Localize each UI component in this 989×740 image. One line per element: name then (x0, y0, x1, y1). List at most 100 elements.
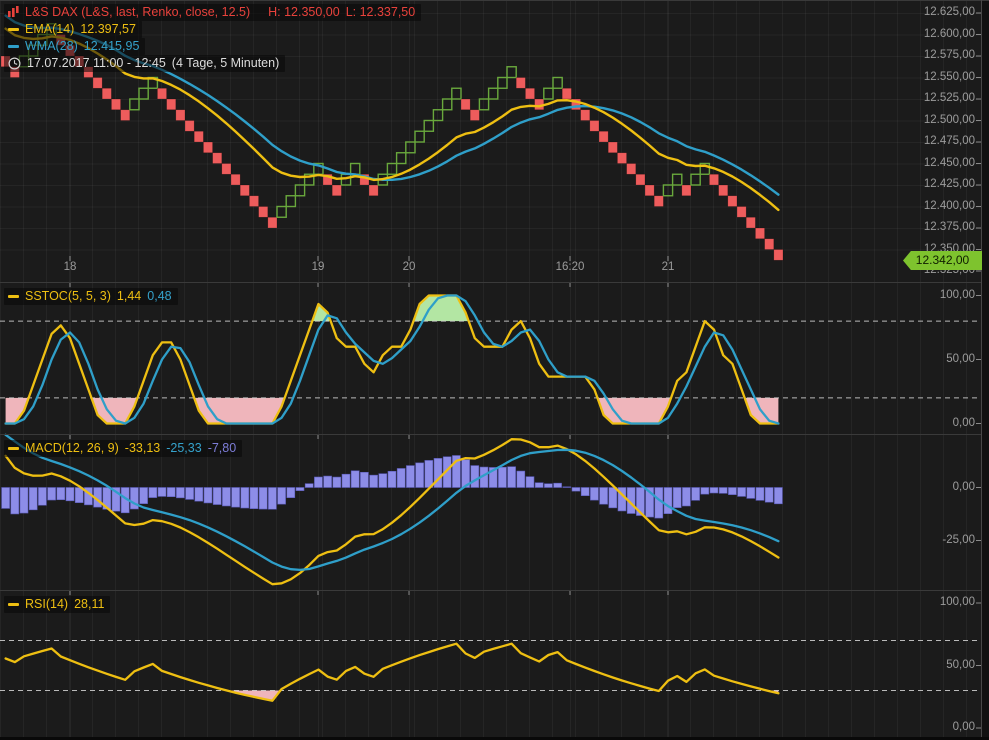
wma-legend[interactable]: WMA(28) 12.415,95 (4, 38, 145, 55)
wma-color-swatch (8, 45, 19, 48)
macd-histogram-bar (664, 488, 672, 514)
macd-histogram-bar (2, 488, 10, 509)
time-range: 17.07.2017 11:00 - 12:45 (27, 56, 166, 70)
macd-histogram-bar (517, 471, 525, 487)
macd-histogram-bar (232, 488, 240, 508)
macd-label: MACD(12, 26, 9) (25, 441, 119, 455)
macd-color-swatch (8, 447, 19, 450)
renko-brick-down (176, 110, 185, 121)
macd-histogram-bar (158, 488, 166, 497)
renko-brick-up (130, 99, 139, 110)
rsi-legend[interactable]: RSI(14) 28,11 (4, 596, 110, 613)
renko-brick-up (544, 88, 553, 99)
macd-signal-value: -25,33 (166, 441, 201, 455)
sstoc-color-swatch (8, 295, 19, 298)
panel-separator-3 (0, 590, 982, 591)
macd-histogram-bar (186, 488, 194, 500)
renko-brick-down (562, 88, 571, 99)
renko-brick-down (213, 153, 222, 164)
renko-brick-up (277, 207, 286, 218)
macd-histogram-bar (673, 488, 681, 508)
instrument-icon (8, 6, 19, 18)
macd-histogram-bar (75, 488, 83, 503)
renko-brick-down (590, 121, 599, 132)
renko-brick-down (470, 110, 479, 121)
indicator-line (6, 644, 779, 701)
macd-histogram-bar (195, 488, 203, 502)
wma-value: 12.415,95 (84, 39, 140, 53)
renko-brick-down (240, 185, 249, 196)
renko-brick-down (157, 88, 166, 99)
renko-brick-up (397, 153, 406, 164)
renko-brick-down (268, 217, 277, 228)
macd-histogram-bar (747, 488, 755, 499)
renko-brick-up (433, 110, 442, 121)
renko-brick-down (102, 88, 111, 99)
macd-histogram-bar (324, 476, 332, 487)
sstoc-legend[interactable]: SSTOC(5, 5, 3) 1,44 0,48 (4, 288, 178, 305)
macd-histogram-bar (692, 488, 700, 501)
sstoc-d-value: 0,48 (147, 289, 171, 303)
macd-histogram-bar (314, 477, 322, 487)
macd-histogram-bar (388, 471, 396, 487)
macd-histogram-bar (544, 484, 552, 488)
renko-brick-up (452, 88, 461, 99)
renko-brick-down (709, 174, 718, 185)
current-price-tag: 12.342,00 (903, 251, 982, 270)
oversold-fill (194, 398, 285, 424)
renko-brick-up (341, 174, 350, 185)
macd-histogram-bar (149, 488, 157, 498)
renko-brick-down (774, 250, 783, 261)
macd-histogram-bar (278, 488, 286, 505)
macd-value: -33,13 (125, 441, 160, 455)
macd-histogram-bar (370, 475, 378, 487)
macd-histogram-bar (590, 488, 598, 501)
ema-value: 12.397,57 (80, 22, 136, 36)
macd-histogram-bar (305, 484, 313, 488)
renko-brick-up (479, 99, 488, 110)
macd-histogram-bar (572, 488, 580, 492)
macd-histogram-bar (710, 488, 718, 494)
chart-window: 12.625,0012.600,0012.575,0012.550,0012.5… (0, 0, 989, 740)
renko-brick-down (608, 142, 617, 153)
macd-histogram-bar (296, 488, 304, 491)
macd-histogram-bar (351, 471, 359, 488)
ema-color-swatch (8, 28, 19, 31)
period-info: (4 Tage, 5 Minuten) (172, 56, 279, 70)
macd-histogram-bar (241, 488, 249, 509)
macd-histogram-bar (11, 488, 19, 514)
renko-brick-down (121, 110, 130, 121)
renko-brick-up (691, 174, 700, 185)
price-axis-border[interactable] (981, 0, 982, 737)
renko-brick-up (489, 88, 498, 99)
macd-histogram-bar (526, 477, 534, 488)
macd-histogram-bar (48, 488, 56, 501)
renko-brick-down (167, 99, 176, 110)
macd-histogram-bar (287, 488, 295, 498)
macd-histogram-bar (498, 467, 506, 487)
renko-brick-down (737, 207, 746, 218)
renko-brick-up (139, 88, 148, 99)
panel-separator-1 (0, 282, 982, 283)
renko-brick-up (387, 164, 396, 175)
renko-brick-up (424, 121, 433, 132)
macd-histogram-bar (204, 488, 212, 503)
renko-brick-down (627, 164, 636, 175)
instrument-legend[interactable]: L&S DAX (L&S, last, Renko, close, 12.5) … (4, 4, 421, 21)
ema-legend[interactable]: EMA(14) 12.397,57 (4, 21, 142, 38)
renko-brick-up (351, 164, 360, 175)
clock-icon (8, 57, 21, 70)
renko-brick-down (617, 153, 626, 164)
sstoc-k-value: 1,44 (117, 289, 141, 303)
macd-histogram-bar (259, 488, 267, 510)
renko-brick-down (654, 196, 663, 207)
chart-canvas[interactable] (0, 0, 989, 740)
macd-legend[interactable]: MACD(12, 26, 9) -33,13 -25,33 -7,80 (4, 440, 242, 457)
sstoc-label: SSTOC(5, 5, 3) (25, 289, 111, 303)
wma-label: WMA(28) (25, 39, 78, 53)
renko-brick-up (415, 131, 424, 142)
renko-brick-down (755, 228, 764, 239)
macd-histogram-bar (554, 483, 562, 487)
macd-histogram-bar (66, 488, 74, 501)
renko-brick-down (516, 78, 525, 89)
